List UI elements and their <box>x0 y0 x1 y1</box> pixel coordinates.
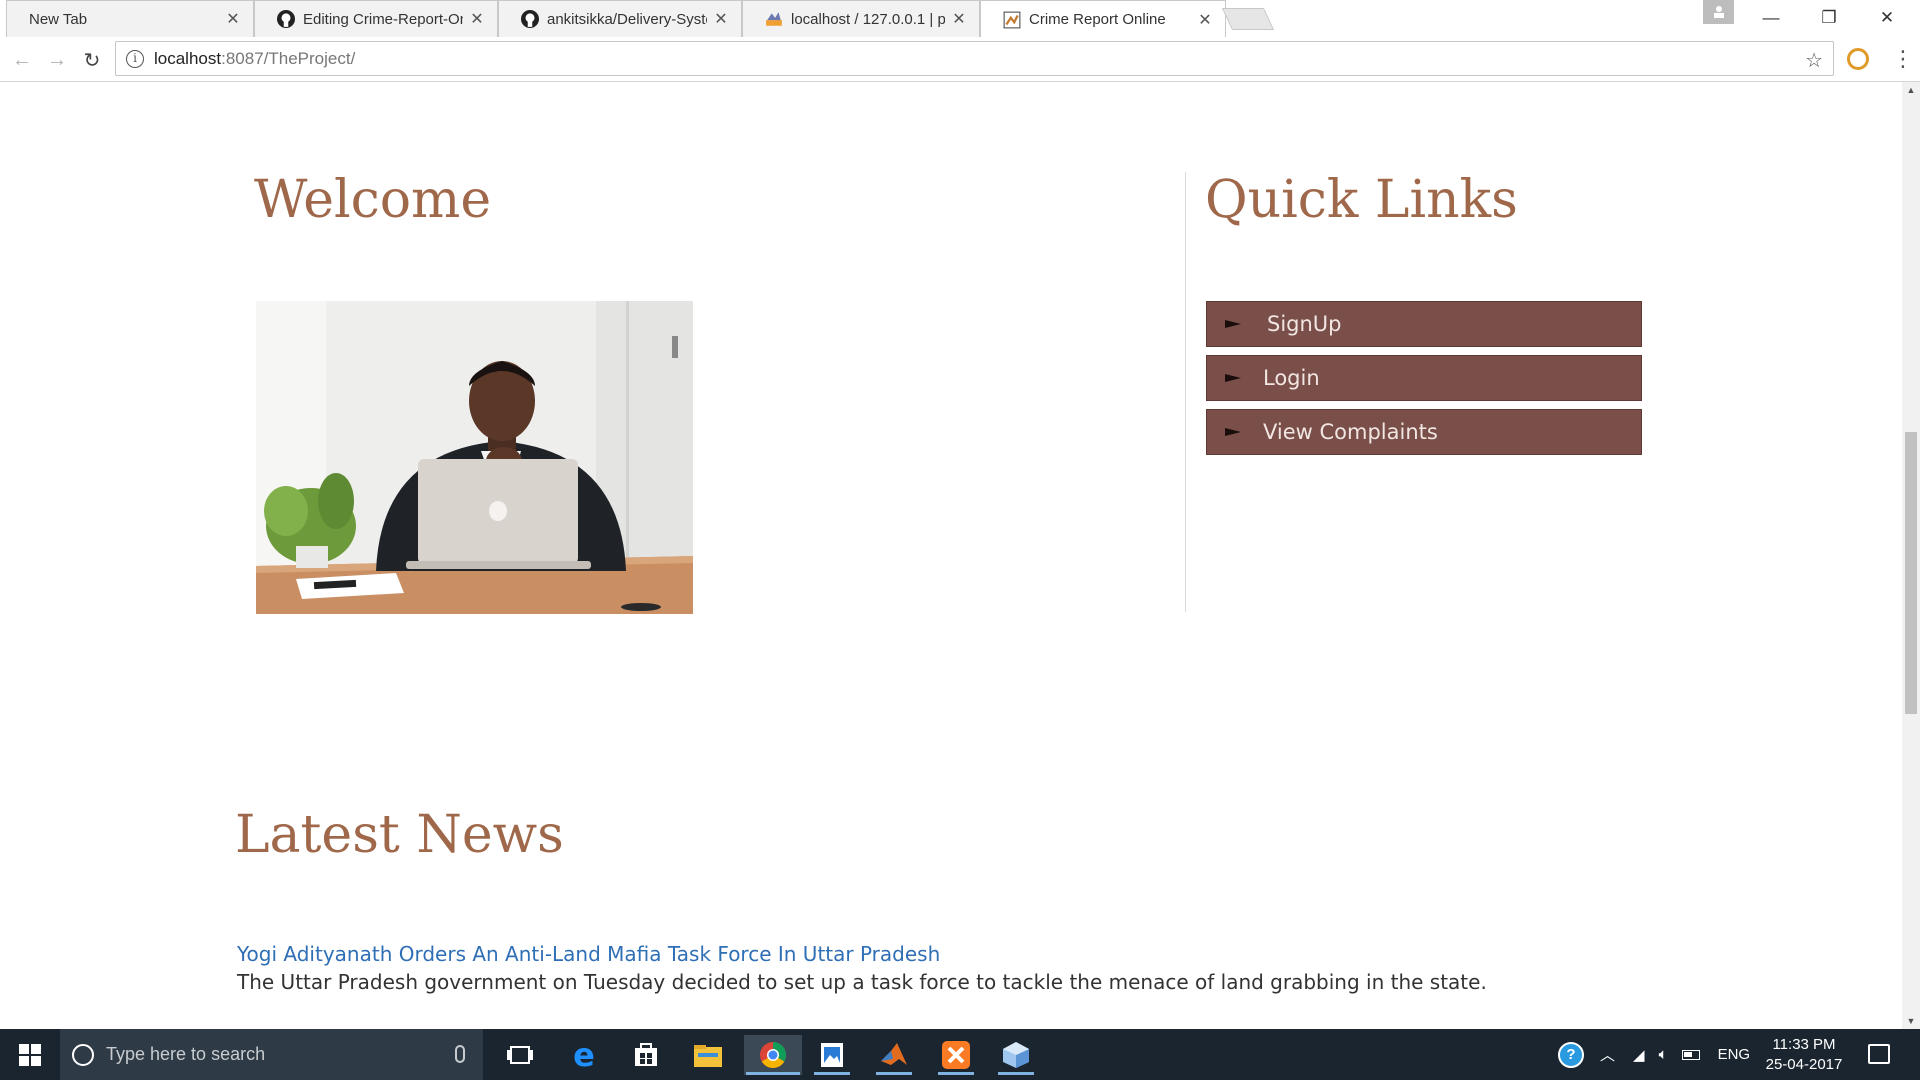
clock-date: 25-04-2017 <box>1765 1056 1843 1073</box>
man-with-laptop-image <box>256 301 693 614</box>
start-button[interactable] <box>0 1029 60 1080</box>
arrow-icon <box>1225 373 1241 383</box>
forward-icon[interactable]: → <box>43 46 71 74</box>
back-icon[interactable]: ← <box>8 46 36 74</box>
store-icon[interactable] <box>626 1035 666 1075</box>
news-summary: The Uttar Pradesh government on Tuesday … <box>237 970 1487 994</box>
reload-icon[interactable]: ↻ <box>78 46 106 74</box>
tab-phpmyadmin[interactable]: localhost / 127.0.0.1 | php ✕ <box>742 0 980 37</box>
scroll-thumb[interactable] <box>1905 432 1917 714</box>
cortana-icon <box>72 1043 94 1066</box>
quick-link-label: Login <box>1263 366 1320 390</box>
new-tab-button[interactable] <box>1221 8 1275 30</box>
close-window-button[interactable]: ✕ <box>1858 0 1916 35</box>
close-icon[interactable]: ✕ <box>469 9 485 29</box>
page-icon <box>1003 11 1021 28</box>
windows-taskbar: Type here to search e ? ︿ ◢ 🔈︎ ENG 11:33… <box>0 1029 1920 1080</box>
system-tray: ? ︿ ◢ 🔈︎ ENG <box>1558 1029 1750 1080</box>
xampp-icon[interactable] <box>936 1035 976 1075</box>
browser-toolbar: ← → ↻ i localhost:8087/TheProject/ ☆ ⋮ <box>0 37 1920 82</box>
tab-editing-crime-report[interactable]: Editing Crime-Report-On ✕ <box>254 0 498 37</box>
welcome-photo <box>256 301 693 614</box>
browser-tab-strip: New Tab ✕ Editing Crime-Report-On ✕ anki… <box>0 0 1920 38</box>
taskbar-clock[interactable]: 11:33 PM 25-04-2017 <box>1761 1035 1847 1075</box>
wifi-icon[interactable]: ◢ <box>1633 1046 1645 1064</box>
taskbar-search-box[interactable]: Type here to search <box>60 1029 483 1080</box>
tab-label: ankitsikka/Delivery-Syste <box>547 10 707 28</box>
language-indicator[interactable]: ENG <box>1718 1046 1751 1063</box>
quick-link-login[interactable]: Login <box>1206 355 1642 401</box>
menu-icon[interactable]: ⋮ <box>1892 46 1914 72</box>
matlab-icon[interactable] <box>874 1035 914 1075</box>
close-icon[interactable]: ✕ <box>951 9 967 29</box>
column-divider <box>1185 172 1186 612</box>
restore-button[interactable]: ❐ <box>1800 0 1858 35</box>
chevron-up-icon[interactable]: ︿ <box>1600 1044 1615 1065</box>
quick-link-label: SignUp <box>1267 312 1342 336</box>
tab-label: Crime Report Online <box>1029 11 1166 28</box>
welcome-heading: Welcome <box>254 170 492 230</box>
info-icon[interactable]: i <box>126 49 144 68</box>
scroll-down-icon[interactable]: ▼ <box>1902 1013 1920 1029</box>
user-icon <box>1713 6 1724 18</box>
extension-icon[interactable] <box>1847 48 1869 70</box>
microphone-icon[interactable] <box>455 1045 465 1063</box>
page-scrollbar[interactable]: ▲ ▼ <box>1902 82 1920 1029</box>
url-host: localhost <box>154 48 222 68</box>
file-explorer-icon[interactable] <box>688 1035 728 1075</box>
bookmark-star-icon[interactable]: ☆ <box>1805 48 1823 73</box>
tab-crime-report-online[interactable]: Crime Report Online ✕ <box>980 0 1226 38</box>
quick-links-heading: Quick Links <box>1205 170 1518 230</box>
tab-label: localhost / 127.0.0.1 | php <box>791 10 945 28</box>
phpmyadmin-icon <box>766 12 782 26</box>
news-headline-link[interactable]: Yogi Adityanath Orders An Anti-Land Mafi… <box>237 942 940 966</box>
quick-link-signup[interactable]: SignUp <box>1206 301 1642 347</box>
page-viewport: Welcome Quick Links SignUp Login View Co… <box>0 82 1902 1029</box>
virtualbox-icon[interactable] <box>996 1035 1036 1075</box>
scroll-up-icon[interactable]: ▲ <box>1902 82 1920 98</box>
clock-time: 11:33 PM <box>1772 1036 1836 1053</box>
minimize-button[interactable]: ― <box>1742 0 1800 35</box>
quick-link-view-complaints[interactable]: View Complaints <box>1206 409 1642 455</box>
address-bar[interactable]: i localhost:8087/TheProject/ ☆ <box>115 41 1834 76</box>
search-placeholder: Type here to search <box>106 1044 266 1064</box>
arrow-icon <box>1225 427 1241 437</box>
volume-icon[interactable]: 🔈︎ <box>1659 1046 1668 1063</box>
help-icon[interactable]: ? <box>1558 1041 1584 1068</box>
profile-button[interactable] <box>1703 0 1734 24</box>
action-center-icon[interactable] <box>1868 1044 1890 1064</box>
quick-link-label: View Complaints <box>1263 420 1438 444</box>
github-icon <box>277 10 295 28</box>
close-icon[interactable]: ✕ <box>1197 10 1213 30</box>
photos-icon[interactable] <box>812 1035 852 1075</box>
tab-label: Editing Crime-Report-On <box>303 10 463 28</box>
edge-icon[interactable]: e <box>564 1035 604 1075</box>
windows-logo-icon <box>19 1043 41 1066</box>
github-icon <box>521 10 539 28</box>
url-path: :8087/TheProject/ <box>221 48 356 68</box>
close-icon[interactable]: ✕ <box>225 9 241 29</box>
tab-delivery-system[interactable]: ankitsikka/Delivery-Syste ✕ <box>498 0 742 37</box>
latest-news-heading: Latest News <box>235 805 564 865</box>
chrome-icon[interactable] <box>744 1035 802 1075</box>
arrow-icon <box>1225 319 1241 329</box>
tab-label: New Tab <box>29 10 88 28</box>
close-icon[interactable]: ✕ <box>713 9 729 29</box>
battery-icon[interactable] <box>1681 1049 1700 1060</box>
tab-new-tab[interactable]: New Tab ✕ <box>6 0 254 37</box>
task-view-icon[interactable] <box>500 1035 540 1075</box>
